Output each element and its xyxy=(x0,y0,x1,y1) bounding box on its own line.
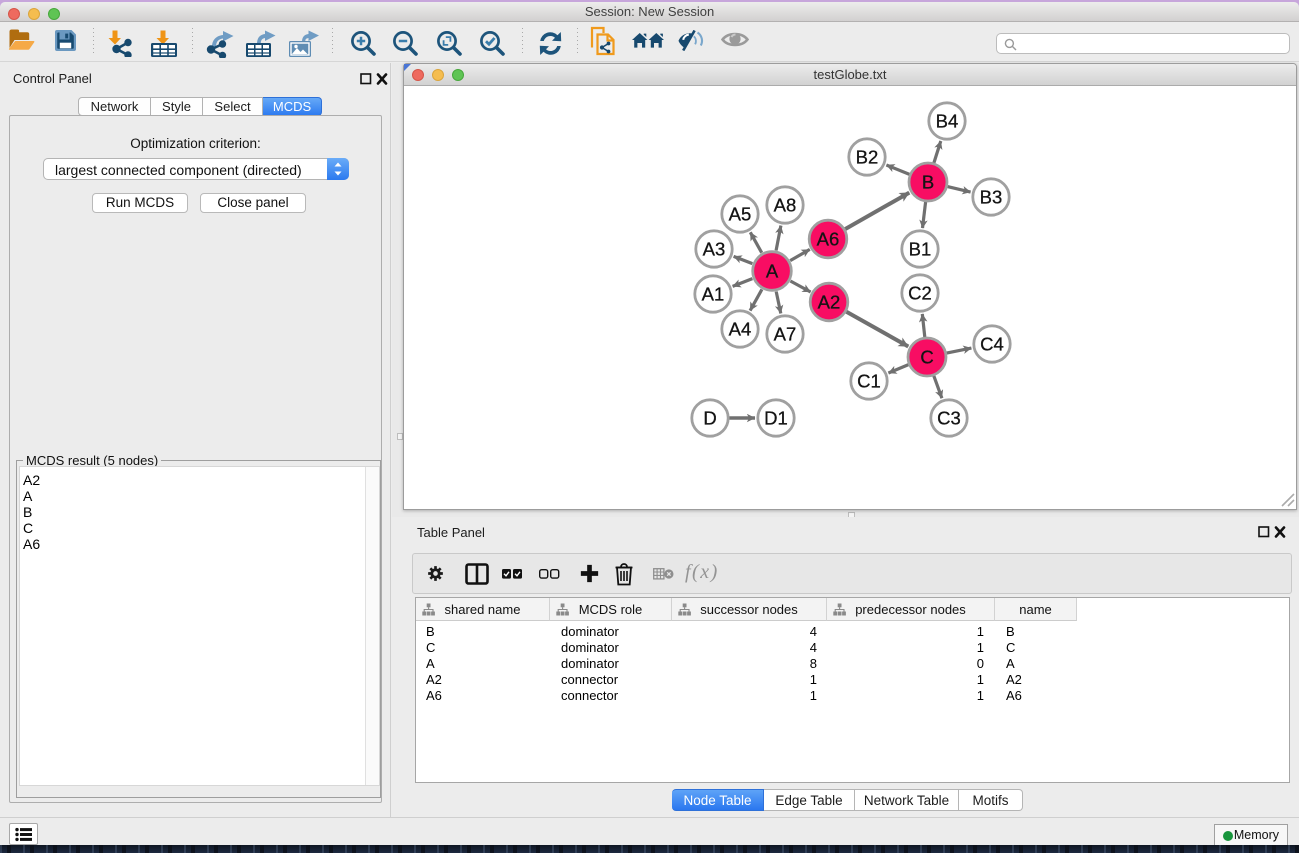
svg-text:A5: A5 xyxy=(729,204,752,225)
svg-text:C3: C3 xyxy=(937,408,961,429)
svg-text:A4: A4 xyxy=(729,319,752,340)
svg-text:C: C xyxy=(920,347,933,368)
svg-text:A: A xyxy=(766,261,779,282)
svg-text:B2: B2 xyxy=(856,147,879,168)
svg-text:A2: A2 xyxy=(818,292,841,313)
svg-text:A3: A3 xyxy=(703,239,726,260)
svg-text:C2: C2 xyxy=(908,283,932,304)
svg-text:A6: A6 xyxy=(817,229,840,250)
svg-text:B1: B1 xyxy=(909,239,932,260)
svg-text:A7: A7 xyxy=(774,324,797,345)
svg-text:B: B xyxy=(922,172,934,193)
svg-text:A1: A1 xyxy=(702,284,725,305)
svg-text:A8: A8 xyxy=(774,195,797,216)
svg-text:C4: C4 xyxy=(980,334,1004,355)
svg-text:D: D xyxy=(703,408,716,429)
svg-text:C1: C1 xyxy=(857,371,881,392)
svg-text:B4: B4 xyxy=(936,111,959,132)
svg-text:D1: D1 xyxy=(764,408,788,429)
svg-text:B3: B3 xyxy=(980,187,1003,208)
